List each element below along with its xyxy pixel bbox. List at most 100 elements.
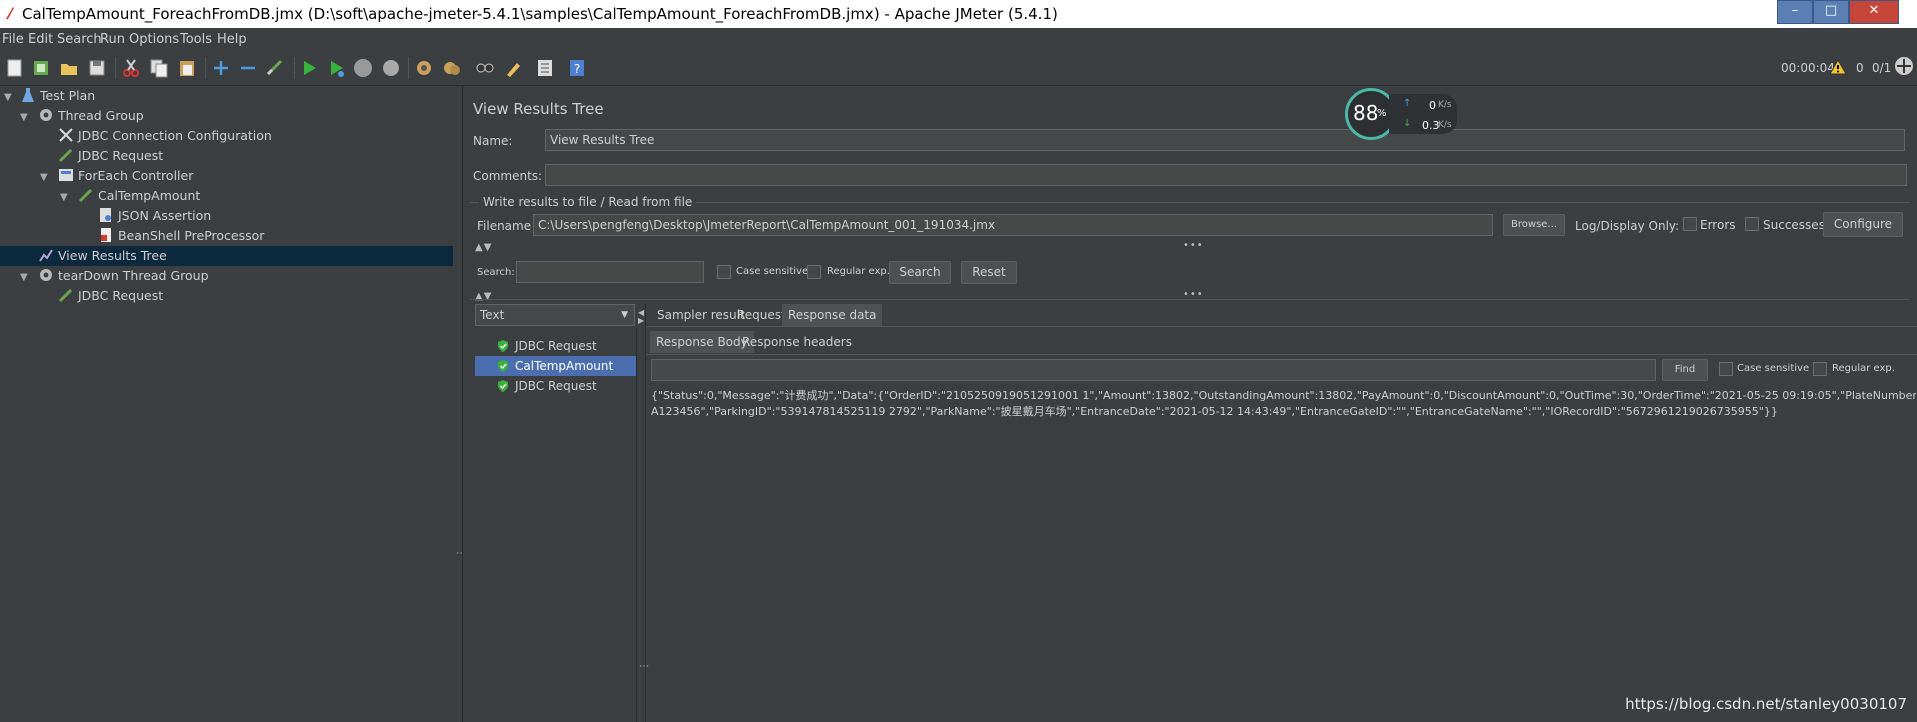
shutdown-icon[interactable] — [380, 57, 402, 79]
gear-icon — [40, 109, 52, 121]
preprocessor-icon — [101, 228, 111, 242]
stop-icon[interactable] — [352, 57, 374, 79]
cpu-percent-sign: % — [1377, 108, 1387, 119]
tree-node-thread-group[interactable]: Thread Group — [38, 106, 144, 126]
result-item[interactable]: JDBC Request — [475, 376, 636, 396]
minimize-button[interactable]: – — [1777, 0, 1813, 24]
tree-node-view-results-tree[interactable]: View Results Tree — [0, 246, 453, 266]
comments-field[interactable] — [545, 164, 1907, 186]
tree-node-test-plan[interactable]: Test Plan — [20, 86, 95, 106]
menu-file[interactable]: File — [2, 32, 24, 47]
tab-response-headers[interactable]: Response headers — [736, 331, 858, 353]
chevron-down-icon: ▼ — [621, 310, 628, 320]
network-speed-widget[interactable]: 88 % ↑ 0 K/s ↓ 0.3 K/s — [1345, 88, 1460, 140]
tree-node-json-assertion[interactable]: JSON Assertion — [98, 206, 211, 226]
open-icon[interactable] — [58, 57, 80, 79]
jmeter-feather-icon — [6, 7, 14, 19]
tree-node-label: JDBC Request — [78, 288, 164, 303]
tree-node-label: JDBC Connection Configuration — [78, 128, 272, 143]
tree-node-label: Thread Group — [58, 108, 144, 123]
maximize-button[interactable]: □ — [1813, 0, 1849, 24]
active-threads: 0/1 — [1872, 61, 1892, 75]
reset-button[interactable]: Reset — [961, 261, 1017, 284]
menu-help[interactable]: Help — [217, 32, 247, 47]
collapse-arrow-icon[interactable]: ▼ — [4, 92, 12, 103]
menu-edit[interactable]: Edit — [28, 32, 53, 47]
expand-all-icon[interactable] — [210, 57, 232, 79]
filename-field[interactable]: C:\Users\pengfeng\Desktop\JmeterReport\C… — [533, 214, 1493, 236]
find-field[interactable] — [651, 359, 1656, 381]
save-icon[interactable] — [86, 57, 108, 79]
search-field[interactable] — [516, 261, 704, 283]
search-icon[interactable] — [474, 57, 496, 79]
renderer-select[interactable]: Text ▼ — [475, 304, 635, 326]
tree-splitter[interactable]: ⋮ — [453, 86, 466, 722]
new-icon[interactable] — [4, 57, 26, 79]
find-button[interactable]: Find — [1662, 359, 1708, 381]
copy-icon[interactable] — [148, 57, 170, 79]
response-body-line: {"Status":0,"Message":"计费成功","Data":{"Or… — [651, 389, 1916, 402]
menu-run[interactable]: Run — [100, 32, 125, 47]
error-count: 0 — [1856, 61, 1864, 75]
clear-all-icon[interactable] — [441, 57, 463, 79]
tree-node-jdbc-request-2[interactable]: JDBC Request — [58, 286, 163, 306]
find-case-checkbox[interactable] — [1719, 362, 1733, 376]
close-button[interactable]: ✕ — [1849, 0, 1899, 24]
collapse-arrow-icon[interactable]: ▼ — [20, 112, 28, 123]
tree-node-jdbc-request[interactable]: JDBC Request — [58, 146, 163, 166]
collapse-arrow-icon[interactable]: ▼ — [60, 192, 68, 203]
splitter-grip-icon[interactable]: ••• — [1183, 240, 1204, 251]
tree-node-label: CalTempAmount — [98, 188, 201, 203]
toolbar: ? 00:00:04 0 0/1 — [0, 51, 1917, 86]
panel-title: View Results Tree — [473, 100, 604, 118]
collapse-arrows-icon[interactable]: ▲▼ — [475, 242, 492, 253]
result-item[interactable]: JDBC Request — [475, 336, 636, 356]
test-plan-tree: ▼ Test Plan ▼ Thread Group JDBC Connecti… — [0, 86, 454, 722]
result-item[interactable]: CalTempAmount — [475, 356, 636, 376]
regex-checkbox[interactable] — [807, 265, 821, 279]
tree-node-jdbc-connection[interactable]: JDBC Connection Configuration — [58, 126, 272, 146]
clear-icon[interactable] — [413, 57, 435, 79]
start-icon[interactable] — [298, 57, 320, 79]
menu-search[interactable]: Search — [57, 32, 102, 47]
watermark: https://blog.csdn.net/stanley0030107 — [1625, 695, 1907, 713]
tree-node-caltempamount[interactable]: CalTempAmount — [78, 186, 200, 206]
configure-button[interactable]: Configure — [1823, 212, 1903, 237]
case-sensitive-checkbox[interactable] — [717, 265, 731, 279]
collapse-arrows-icon[interactable]: ▲▼ — [475, 291, 492, 302]
cpu-percent: 88 — [1353, 101, 1379, 125]
templates-icon[interactable] — [30, 57, 52, 79]
download-unit: K/s — [1438, 120, 1452, 130]
reset-search-icon[interactable] — [502, 57, 524, 79]
warning-icon[interactable] — [1829, 59, 1847, 75]
search-button[interactable]: Search — [889, 261, 951, 284]
successes-checkbox[interactable] — [1745, 217, 1759, 231]
name-field[interactable]: View Results Tree — [545, 129, 1905, 151]
collapse-all-icon[interactable] — [237, 57, 259, 79]
menu-tools[interactable]: Tools — [180, 32, 212, 47]
errors-checkbox[interactable] — [1683, 217, 1697, 231]
find-regex-checkbox[interactable] — [1813, 362, 1827, 376]
collapse-arrow-icon[interactable]: ▼ — [20, 272, 28, 283]
start-no-pauses-icon[interactable] — [325, 57, 347, 79]
function-helper-icon[interactable] — [534, 57, 556, 79]
success-shield-icon — [498, 360, 508, 372]
tree-node-foreach-controller[interactable]: ForEach Controller — [58, 166, 193, 186]
tab-response-data[interactable]: Response data — [782, 304, 883, 326]
result-label: CalTempAmount — [515, 359, 614, 373]
remote-icon[interactable] — [1894, 56, 1914, 76]
pen-icon — [78, 188, 93, 203]
paste-icon[interactable] — [176, 57, 198, 79]
tree-node-label: tearDown Thread Group — [58, 268, 209, 283]
pen-icon — [58, 148, 73, 163]
browse-button[interactable]: Browse... — [1503, 214, 1565, 236]
menu-options[interactable]: Options — [129, 32, 179, 47]
help-icon[interactable]: ? — [566, 57, 588, 79]
collapse-arrow-icon[interactable]: ▼ — [40, 172, 48, 183]
tree-node-beanshell[interactable]: BeanShell PreProcessor — [98, 226, 264, 246]
case-sensitive-label: Case sensitive — [736, 266, 809, 277]
cut-icon[interactable] — [120, 57, 142, 79]
tree-node-teardown[interactable]: tearDown Thread Group — [38, 266, 209, 286]
results-tree-panel: View Results Tree Name: View Results Tre… — [463, 86, 1917, 722]
toggle-icon[interactable] — [264, 57, 286, 79]
